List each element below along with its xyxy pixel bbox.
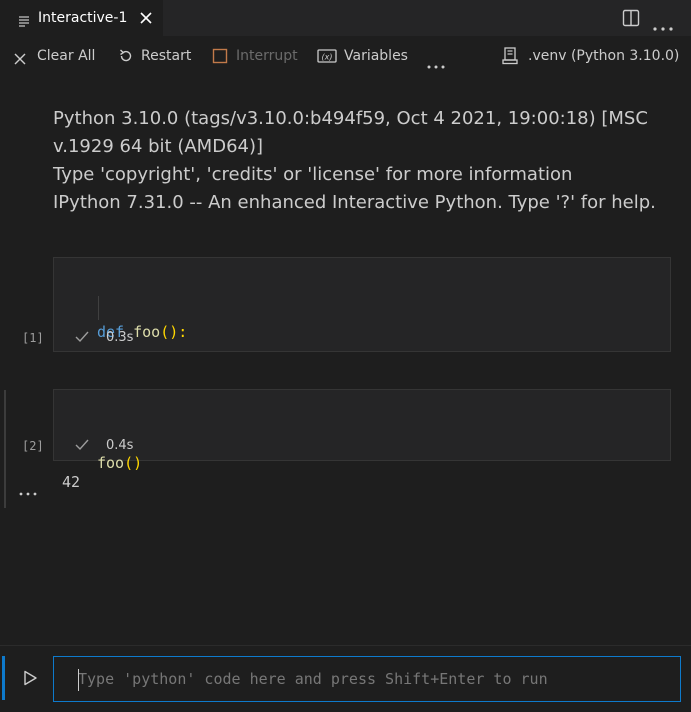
svg-text:(x): (x) bbox=[322, 53, 333, 62]
cell-1-exec-count: [1] bbox=[22, 331, 44, 345]
split-editor-icon[interactable] bbox=[622, 9, 640, 31]
cell-2-gutter[interactable] bbox=[4, 390, 6, 508]
interrupt-label: Interrupt bbox=[236, 48, 298, 64]
more-actions-icon bbox=[427, 54, 445, 73]
close-icon bbox=[14, 50, 26, 69]
interrupt-button[interactable]: Interrupt bbox=[212, 47, 300, 65]
cell-2-output: 42 bbox=[62, 473, 81, 491]
cell-2-code[interactable]: foo() bbox=[97, 403, 142, 523]
output-more-icon[interactable] bbox=[19, 481, 37, 500]
restart-button[interactable]: Restart bbox=[118, 47, 194, 65]
cell-1-duration: 0.3s bbox=[106, 330, 134, 345]
check-icon bbox=[74, 438, 90, 456]
code-input-box[interactable] bbox=[53, 656, 681, 702]
text-caret bbox=[78, 669, 79, 691]
tab-title: Interactive-1 bbox=[38, 10, 128, 26]
toolbar: Clear All Restart Interrupt (x) Variable… bbox=[0, 36, 691, 76]
code-cell-1[interactable]: def foo(): return 42 0.3s bbox=[53, 257, 671, 413]
kernel-icon bbox=[502, 47, 518, 69]
run-icon[interactable] bbox=[22, 670, 38, 690]
restart-label: Restart bbox=[141, 48, 192, 64]
tab-bar: Interactive-1 bbox=[0, 0, 691, 36]
list-icon bbox=[18, 12, 30, 31]
toolbar-more-button[interactable] bbox=[427, 54, 447, 72]
code-input[interactable] bbox=[78, 667, 658, 691]
stop-icon bbox=[212, 48, 228, 68]
variables-label: Variables bbox=[344, 48, 408, 64]
clear-all-button[interactable]: Clear All bbox=[14, 47, 100, 65]
code-cell-2[interactable]: foo() 0.4s bbox=[53, 389, 671, 472]
restart-icon bbox=[118, 48, 134, 68]
check-icon bbox=[74, 330, 90, 348]
input-focus-indicator bbox=[2, 656, 5, 700]
cell-2-exec-count: [2] bbox=[22, 439, 44, 453]
kernel-label: .venv (Python 3.10.0) bbox=[528, 48, 680, 64]
close-icon[interactable] bbox=[138, 10, 154, 30]
kernel-picker[interactable]: .venv (Python 3.10.0) bbox=[502, 47, 680, 65]
tab-interactive[interactable]: Interactive-1 bbox=[0, 0, 163, 36]
clear-all-label: Clear All bbox=[37, 48, 96, 64]
kernel-banner: Python 3.10.0 (tags/v3.10.0:b494f59, Oct… bbox=[53, 108, 656, 213]
cell-2-duration: 0.4s bbox=[106, 438, 134, 453]
variables-button[interactable]: (x) Variables bbox=[317, 47, 411, 65]
variables-icon: (x) bbox=[317, 48, 337, 68]
more-actions-icon[interactable] bbox=[653, 16, 673, 35]
indent-guide bbox=[98, 296, 99, 320]
